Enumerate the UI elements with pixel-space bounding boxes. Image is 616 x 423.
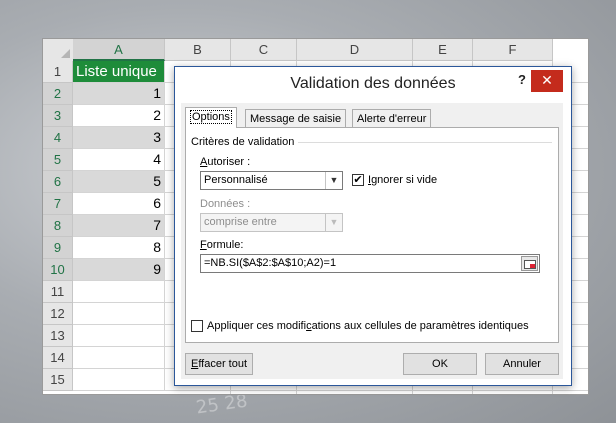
group-divider: [298, 142, 552, 143]
value-cell[interactable]: 7: [73, 215, 165, 237]
empty-cell[interactable]: [73, 369, 165, 391]
header-cell[interactable]: Liste unique: [73, 61, 165, 83]
tab-options[interactable]: Options: [185, 107, 237, 128]
row-header[interactable]: 2: [43, 83, 73, 105]
cancel-button[interactable]: Annuler: [485, 353, 559, 375]
tab-input-message[interactable]: Message de saisie: [245, 109, 347, 127]
row-header[interactable]: 5: [43, 149, 73, 171]
ok-button[interactable]: OK: [403, 353, 477, 375]
value-cell[interactable]: 1: [73, 83, 165, 105]
empty-cell[interactable]: [73, 325, 165, 347]
row-header[interactable]: 4: [43, 127, 73, 149]
value-cell[interactable]: 9: [73, 259, 165, 281]
allow-select-value: Personnalisé: [204, 174, 268, 186]
formula-input[interactable]: =NB.SI($A$2:$A$10;A2)=1: [200, 254, 540, 273]
column-header[interactable]: A: [73, 39, 165, 61]
row-header[interactable]: 12: [43, 303, 73, 325]
chevron-down-icon: ▼: [325, 214, 342, 231]
help-button[interactable]: ?: [518, 72, 526, 87]
validation-criteria-label: Critères de validation: [191, 136, 295, 148]
grid-line: [165, 390, 588, 391]
close-button[interactable]: ✕: [531, 70, 563, 92]
column-header[interactable]: F: [473, 39, 553, 61]
value-cell[interactable]: 6: [73, 193, 165, 215]
value-cell[interactable]: 2: [73, 105, 165, 127]
allow-label: Autoriser :: [200, 156, 251, 168]
select-all-corner[interactable]: [43, 39, 74, 62]
column-header[interactable]: B: [165, 39, 231, 61]
tab-error-alert[interactable]: Alerte d'erreur: [352, 109, 432, 127]
row-header[interactable]: 1: [43, 61, 73, 83]
formula-value: =NB.SI($A$2:$A$10;A2)=1: [204, 257, 337, 269]
data-validation-dialog: Validation des données ? ✕ Options Messa…: [174, 66, 572, 386]
value-cell[interactable]: 3: [73, 127, 165, 149]
column-header[interactable]: C: [231, 39, 297, 61]
chevron-down-icon: ▼: [325, 172, 342, 189]
value-cell[interactable]: 5: [73, 171, 165, 193]
formula-label: Formule:: [200, 239, 244, 251]
ignore-blank-label: Ignorer si vide: [368, 174, 438, 186]
apply-to-all-checkbox[interactable]: [191, 320, 203, 332]
clear-all-button[interactable]: Effacer tout: [185, 353, 253, 375]
apply-to-all-label: Appliquer ces modifications aux cellules…: [207, 320, 529, 332]
row-header[interactable]: 13: [43, 325, 73, 347]
ignore-blank-checkbox[interactable]: ✔: [352, 174, 364, 186]
range-selector-icon[interactable]: [521, 256, 538, 271]
row-header[interactable]: 7: [43, 193, 73, 215]
row-header[interactable]: 3: [43, 105, 73, 127]
data-select[interactable]: comprise entre ▼: [200, 213, 343, 232]
row-header[interactable]: 15: [43, 369, 73, 391]
column-header[interactable]: E: [413, 39, 473, 61]
row-header[interactable]: 8: [43, 215, 73, 237]
row-header[interactable]: 11: [43, 281, 73, 303]
options-panel: Critères de validation Autoriser : Perso…: [185, 127, 559, 343]
value-cell[interactable]: 8: [73, 237, 165, 259]
column-header[interactable]: D: [297, 39, 413, 61]
value-cell[interactable]: 4: [73, 149, 165, 171]
row-header[interactable]: 6: [43, 171, 73, 193]
row-header[interactable]: 9: [43, 237, 73, 259]
row-header[interactable]: 10: [43, 259, 73, 281]
data-label: Données :: [200, 198, 251, 210]
allow-select[interactable]: Personnalisé ▼: [200, 171, 343, 190]
empty-cell[interactable]: [73, 303, 165, 325]
dialog-title: Validation des données: [290, 75, 456, 92]
empty-cell[interactable]: [73, 347, 165, 369]
data-select-value: comprise entre: [204, 216, 277, 228]
empty-cell[interactable]: [73, 281, 165, 303]
row-header[interactable]: 14: [43, 347, 73, 369]
dialog-body: Options Message de saisie Alerte d'erreu…: [181, 103, 563, 379]
